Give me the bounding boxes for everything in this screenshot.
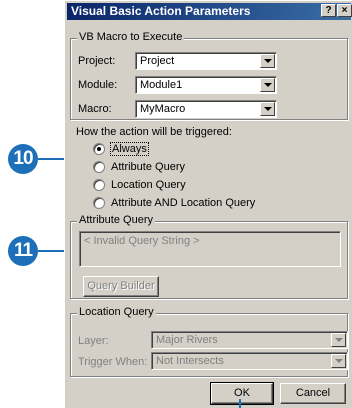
radio-location-query-label[interactable]: Location Query bbox=[111, 179, 186, 191]
cancel-label: Cancel bbox=[295, 387, 331, 399]
trigger-when-label: Trigger When: bbox=[78, 356, 148, 368]
ok-label: OK bbox=[234, 387, 250, 399]
project-dropdown-arrow-icon[interactable] bbox=[260, 54, 275, 68]
macro-select[interactable]: MyMacro bbox=[135, 100, 277, 118]
trigger-when-select[interactable]: Not Intersects bbox=[151, 352, 348, 370]
macro-dropdown-arrow-icon[interactable] bbox=[260, 102, 275, 116]
module-select[interactable]: Module1 bbox=[135, 76, 277, 94]
project-value: Project bbox=[140, 55, 175, 67]
query-string-text: < Invalid Query String > bbox=[84, 235, 200, 247]
attribute-query-legend: Attribute Query bbox=[77, 214, 155, 226]
module-label: Module: bbox=[78, 79, 118, 91]
radio-always-label[interactable]: Always bbox=[110, 142, 149, 156]
radio-attribute-query-label[interactable]: Attribute Query bbox=[111, 161, 185, 173]
module-value: Module1 bbox=[140, 79, 183, 91]
query-builder-label: Query Builder bbox=[87, 280, 155, 292]
layer-select[interactable]: Major Rivers bbox=[151, 331, 348, 349]
step-10-callout: 10 bbox=[8, 144, 38, 174]
macro-label: Macro: bbox=[78, 103, 112, 115]
project-select[interactable]: Project bbox=[135, 52, 277, 70]
layer-dropdown-arrow-icon[interactable] bbox=[331, 333, 346, 347]
module-dropdown-arrow-icon[interactable] bbox=[260, 78, 275, 92]
query-builder-button[interactable]: Query Builder bbox=[83, 276, 159, 297]
close-button[interactable]: × bbox=[337, 4, 352, 17]
vb-macro-legend: VB Macro to Execute bbox=[77, 31, 185, 43]
ok-callout-line bbox=[239, 399, 241, 408]
cancel-button[interactable]: Cancel bbox=[280, 383, 346, 404]
project-label: Project: bbox=[78, 55, 116, 67]
radio-location-query[interactable] bbox=[93, 179, 105, 191]
radio-attribute-query[interactable] bbox=[93, 161, 105, 173]
radio-always[interactable] bbox=[93, 143, 105, 155]
step-11-callout: 11 bbox=[8, 236, 38, 266]
trigger-when-dropdown-arrow-icon[interactable] bbox=[331, 354, 346, 368]
dialog-title: Visual Basic Action Parameters bbox=[71, 4, 251, 18]
query-string-field[interactable]: < Invalid Query String > bbox=[79, 231, 341, 267]
trigger-label: How the action will be triggered: bbox=[76, 126, 232, 138]
help-button[interactable]: ? bbox=[321, 4, 336, 17]
radio-attribute-and-location-query-label[interactable]: Attribute AND Location Query bbox=[111, 197, 255, 209]
layer-label: Layer: bbox=[78, 335, 109, 347]
radio-attribute-and-location-query[interactable] bbox=[93, 197, 105, 209]
ok-button[interactable]: OK bbox=[210, 382, 274, 405]
title-bar[interactable]: Visual Basic Action Parameters bbox=[67, 3, 351, 20]
location-query-legend: Location Query bbox=[77, 306, 156, 318]
trigger-when-value: Not Intersects bbox=[156, 355, 224, 367]
vb-action-parameters-dialog: Visual Basic Action Parameters ? × VB Ma… bbox=[64, 0, 352, 408]
macro-value: MyMacro bbox=[140, 103, 186, 115]
layer-value: Major Rivers bbox=[156, 334, 218, 346]
